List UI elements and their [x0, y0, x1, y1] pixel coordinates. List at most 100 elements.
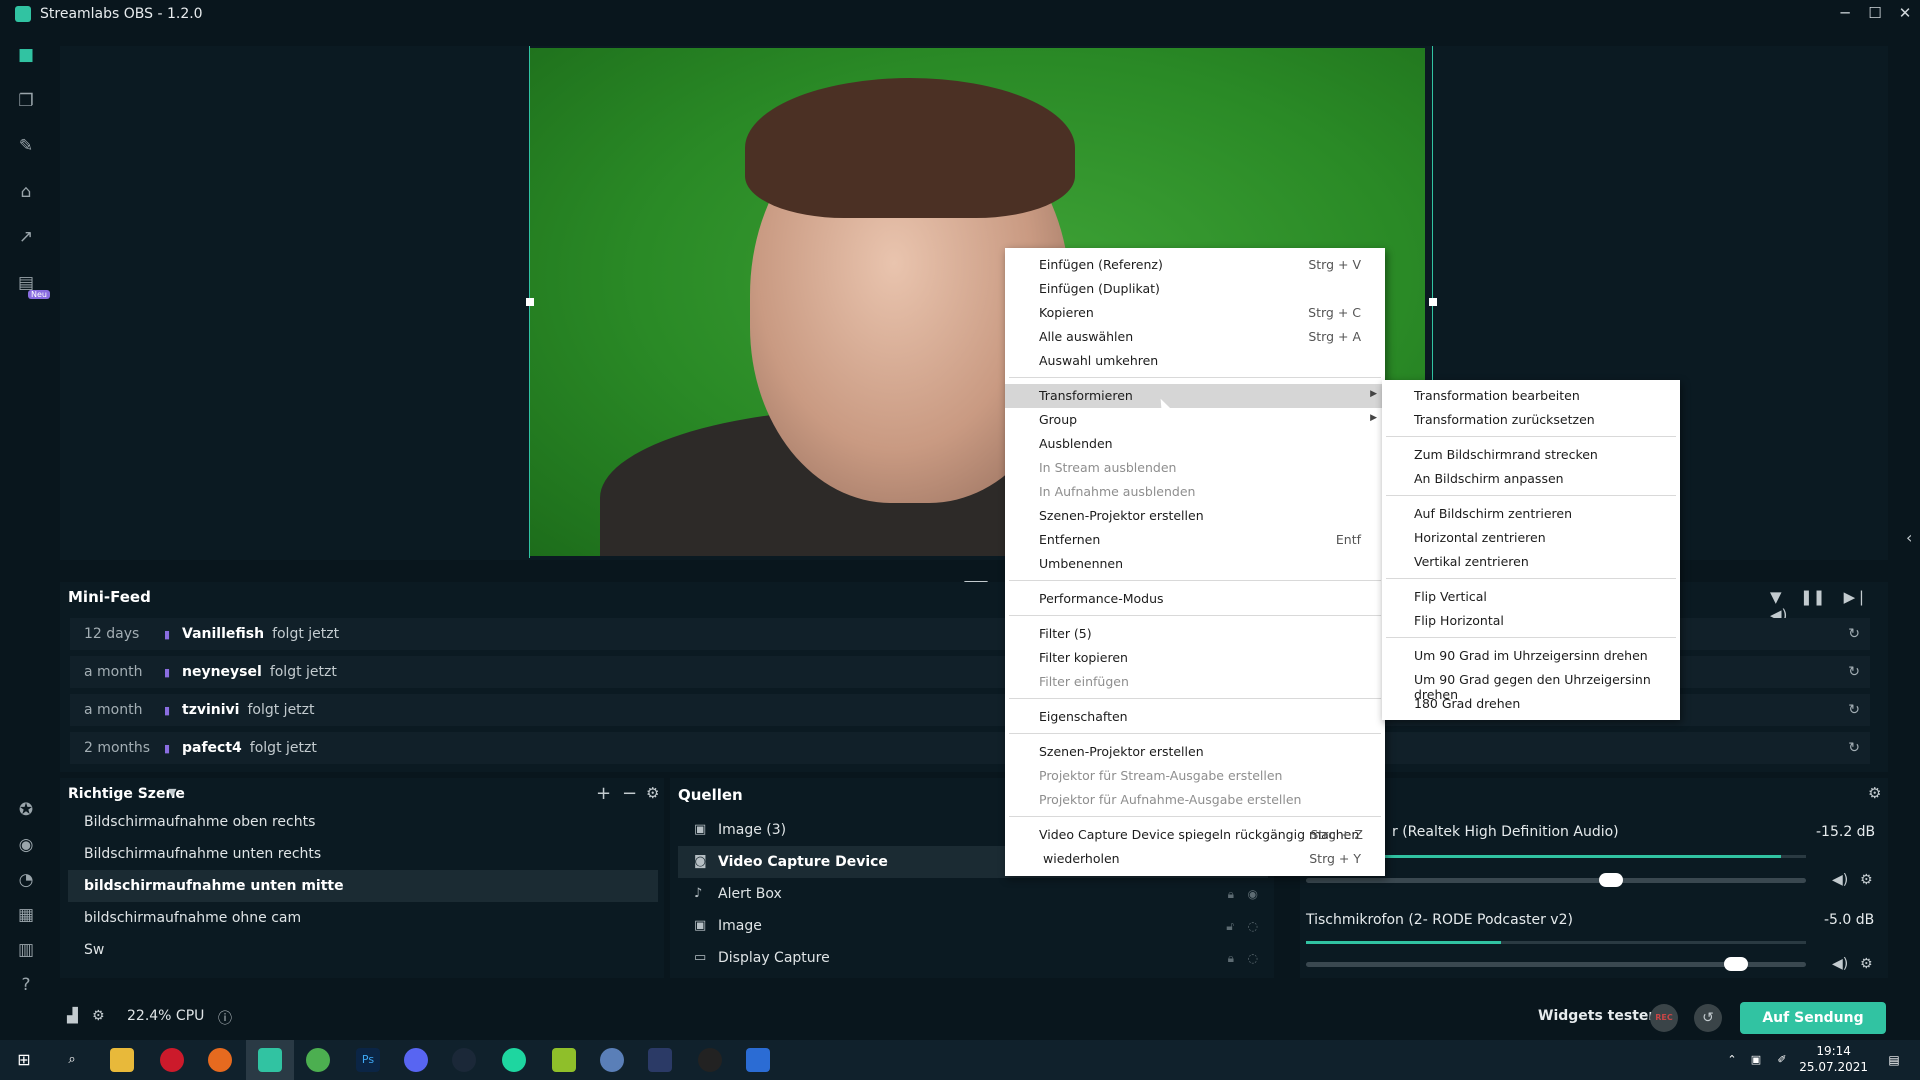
menu-item-select-all[interactable]: Alle auswählen Strg + A [1005, 325, 1385, 349]
scene-item[interactable]: bildschirmaufnahme ohne cam [68, 902, 658, 934]
menu-item-rotate-90-ccw[interactable]: Um 90 Grad gegen den Uhrzeigersinn drehe… [1382, 668, 1680, 702]
menu-item-rename[interactable]: Umbenennen [1005, 552, 1385, 576]
menu-item-center-on-screen[interactable]: Auf Bildschirm zentrieren [1382, 502, 1680, 526]
channel-settings-gear-icon[interactable]: ⚙ [1860, 956, 1873, 972]
menu-item-flip-horizontal[interactable]: Flip Horizontal [1382, 609, 1680, 633]
collapse-chevron-icon[interactable]: ‹ [1906, 528, 1912, 547]
mixer-settings-gear-icon[interactable]: ⚙ [1868, 784, 1881, 802]
eye-hidden-icon[interactable]: ◌ [1248, 910, 1258, 942]
source-item[interactable]: ▣ Image 🔓︎ ◌ [678, 910, 1268, 942]
firefox-icon[interactable] [208, 1048, 232, 1072]
menu-item-filters[interactable]: Filter (5) [1005, 622, 1385, 646]
menu-item-properties[interactable]: Eigenschaften [1005, 705, 1385, 729]
layout-icon[interactable]: ❐ [16, 91, 36, 111]
replay-icon[interactable]: ↻ [1848, 626, 1860, 642]
maximize-button[interactable]: ☐ [1860, 0, 1890, 28]
menu-item-center-vertical[interactable]: Vertikal zentrieren [1382, 550, 1680, 574]
rocket-app-icon[interactable] [600, 1048, 624, 1072]
streamlabs-taskbar-icon[interactable] [258, 1048, 282, 1072]
dashboard-chart-icon[interactable]: ↗ [16, 227, 36, 247]
photoshop-icon[interactable]: Ps [356, 1048, 380, 1072]
chrome-icon[interactable] [306, 1048, 330, 1072]
menu-item-scene-projector-2[interactable]: Szenen-Projektor erstellen [1005, 740, 1385, 764]
menu-item-copy[interactable]: Kopieren Strg + C [1005, 301, 1385, 325]
channel-settings-gear-icon[interactable]: ⚙ [1860, 872, 1873, 888]
menu-item-rotate-90-cw[interactable]: Um 90 Grad im Uhrzeigersinn drehen [1382, 644, 1680, 668]
lock-icon[interactable]: 🔓︎ [1226, 910, 1234, 942]
tray-chevron-up-icon[interactable]: ⌃ [1720, 1048, 1744, 1072]
opera-icon[interactable] [160, 1048, 184, 1072]
store-icon[interactable]: ⌂ [16, 182, 36, 202]
menu-item-remove[interactable]: Entfernen Entf [1005, 528, 1385, 552]
menu-item-edit-transform[interactable]: Transformation bearbeiten [1382, 384, 1680, 408]
volume-slider[interactable] [1306, 957, 1806, 971]
speaker-icon[interactable]: ◀) [1832, 956, 1848, 972]
network-icon[interactable]: ▣ [1744, 1048, 1768, 1072]
stack-app-icon[interactable] [552, 1048, 576, 1072]
source-item[interactable]: ▭ Display Capture 🔒︎ ◌ [678, 942, 1268, 974]
lock-icon[interactable]: 🔒︎ [1228, 878, 1234, 910]
skip-icon[interactable]: ▶❘ [1844, 588, 1868, 606]
replay-icon[interactable]: ↻ [1848, 664, 1860, 680]
themes-icon[interactable]: ✎ [16, 136, 36, 156]
filter-icon[interactable]: ▼ [1770, 588, 1782, 606]
resize-handle-left[interactable] [526, 298, 534, 306]
volume-slider[interactable] [1306, 873, 1806, 887]
menu-item-performance-mode[interactable]: Performance-Modus [1005, 587, 1385, 611]
menu-item-transform[interactable]: Transformieren ▶ [1005, 384, 1385, 408]
menu-item-flip-vertical[interactable]: Flip Vertical [1382, 585, 1680, 609]
file-explorer-icon[interactable] [110, 1048, 134, 1072]
obs-icon[interactable] [698, 1048, 722, 1072]
speaker-icon[interactable]: ◀) [1832, 872, 1848, 888]
go-live-button[interactable]: Auf Sendung gehen [1740, 1002, 1886, 1058]
notification-icon[interactable]: ▤ [1882, 1048, 1906, 1072]
steam-icon[interactable] [452, 1048, 476, 1072]
close-button[interactable]: ✕ [1890, 0, 1920, 28]
replay-icon[interactable]: ↻ [1848, 740, 1860, 756]
pause-icon[interactable]: ❚❚ [1800, 588, 1825, 606]
pen-icon[interactable]: ✐ [1770, 1048, 1794, 1072]
music-app-icon[interactable] [502, 1048, 526, 1072]
menu-item-fit-to-screen[interactable]: An Bildschirm anpassen [1382, 467, 1680, 491]
davinci-icon[interactable] [648, 1048, 672, 1072]
scene-item[interactable]: Bildschirmaufnahme unten rechts [68, 838, 658, 870]
help-icon[interactable]: ? [16, 975, 36, 995]
library-icon[interactable]: ▥ [16, 940, 36, 960]
search-icon[interactable]: ⌕ [60, 1048, 84, 1072]
resize-handle-right[interactable] [1429, 298, 1437, 306]
menu-item-reset-transform[interactable]: Transformation zurücksetzen [1382, 408, 1680, 432]
scene-item[interactable]: Bildschirmaufnahme oben rechts [68, 806, 658, 838]
lock-icon[interactable]: 🔒︎ [1228, 942, 1234, 974]
add-scene-icon[interactable]: + [596, 783, 611, 804]
source-item[interactable]: ♪ Alert Box 🔒︎ ◉ [678, 878, 1268, 910]
info-icon[interactable]: ⓘ [218, 1008, 232, 1028]
menu-item-copy-filters[interactable]: Filter kopieren [1005, 646, 1385, 670]
scene-item-active[interactable]: bildschirmaufnahme unten mitte [68, 870, 658, 902]
record-button[interactable]: REC [1650, 1004, 1678, 1032]
menu-item-hide[interactable]: Ausblenden [1005, 432, 1385, 456]
system-clock[interactable]: 19:14 25.07.2021 [1799, 1043, 1868, 1075]
menu-item-stretch-to-screen[interactable]: Zum Bildschirmrand strecken [1382, 443, 1680, 467]
eye-icon[interactable]: ◉ [1248, 878, 1258, 910]
prime-icon[interactable]: ✪ [16, 800, 36, 820]
volume-slider-knob[interactable] [1599, 873, 1623, 887]
menu-item-paste-duplicate[interactable]: Einfügen (Duplikat) [1005, 277, 1385, 301]
scene-settings-gear-icon[interactable]: ⚙ [646, 784, 659, 802]
menu-item-center-horizontal[interactable]: Horizontal zentrieren [1382, 526, 1680, 550]
scene-item[interactable]: Sw [68, 934, 658, 966]
chat-icon[interactable]: ◔ [16, 870, 36, 890]
discord-icon[interactable] [404, 1048, 428, 1072]
remove-scene-icon[interactable]: − [622, 783, 637, 804]
menu-item-rotate-180[interactable]: 180 Grad drehen [1382, 692, 1680, 716]
apps-icon[interactable]: ▦ [16, 905, 36, 925]
minimize-button[interactable]: ─ [1830, 0, 1860, 28]
chevron-down-icon[interactable]: ▼ [168, 786, 176, 799]
volume-slider-knob[interactable] [1724, 957, 1748, 971]
media-icon[interactable]: ◉ [16, 835, 36, 855]
menu-item-paste-reference[interactable]: Einfügen (Referenz) Strg + V [1005, 253, 1385, 277]
editor-camera-icon[interactable]: ■ [16, 45, 36, 65]
menu-item-scene-projector[interactable]: Szenen-Projektor erstellen [1005, 504, 1385, 528]
windows-start-icon[interactable]: ⊞ [12, 1048, 36, 1072]
stats-chart-icon[interactable]: ▟ [67, 1008, 78, 1024]
replay-icon[interactable]: ↻ [1848, 702, 1860, 718]
